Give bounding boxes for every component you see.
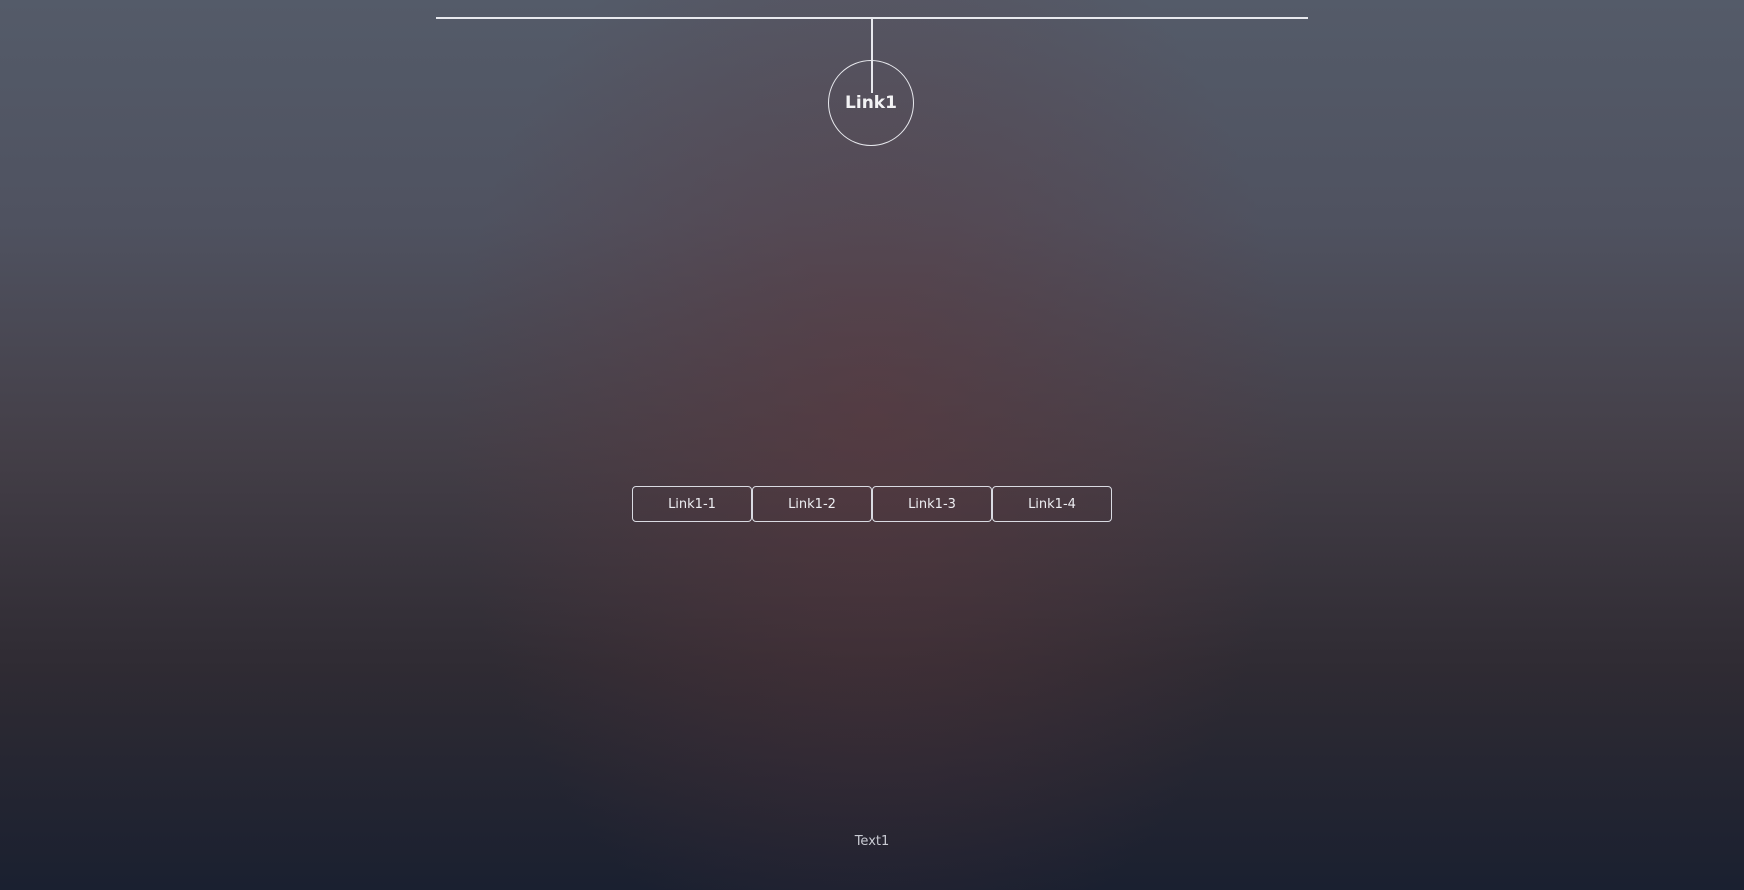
sub-link-2[interactable]: Link1-2	[752, 486, 872, 522]
sub-link-4[interactable]: Link1-4	[992, 486, 1112, 522]
sub-link-1[interactable]: Link1-1	[632, 486, 752, 522]
sub-link-3[interactable]: Link1-3	[872, 486, 992, 522]
footer-text: Text1	[854, 834, 890, 849]
main-link-label: Link1	[845, 93, 897, 113]
sub-link-group: Link1-1 Link1-2 Link1-3 Link1-4	[632, 486, 1112, 522]
main-link-node[interactable]: Link1	[828, 60, 914, 146]
